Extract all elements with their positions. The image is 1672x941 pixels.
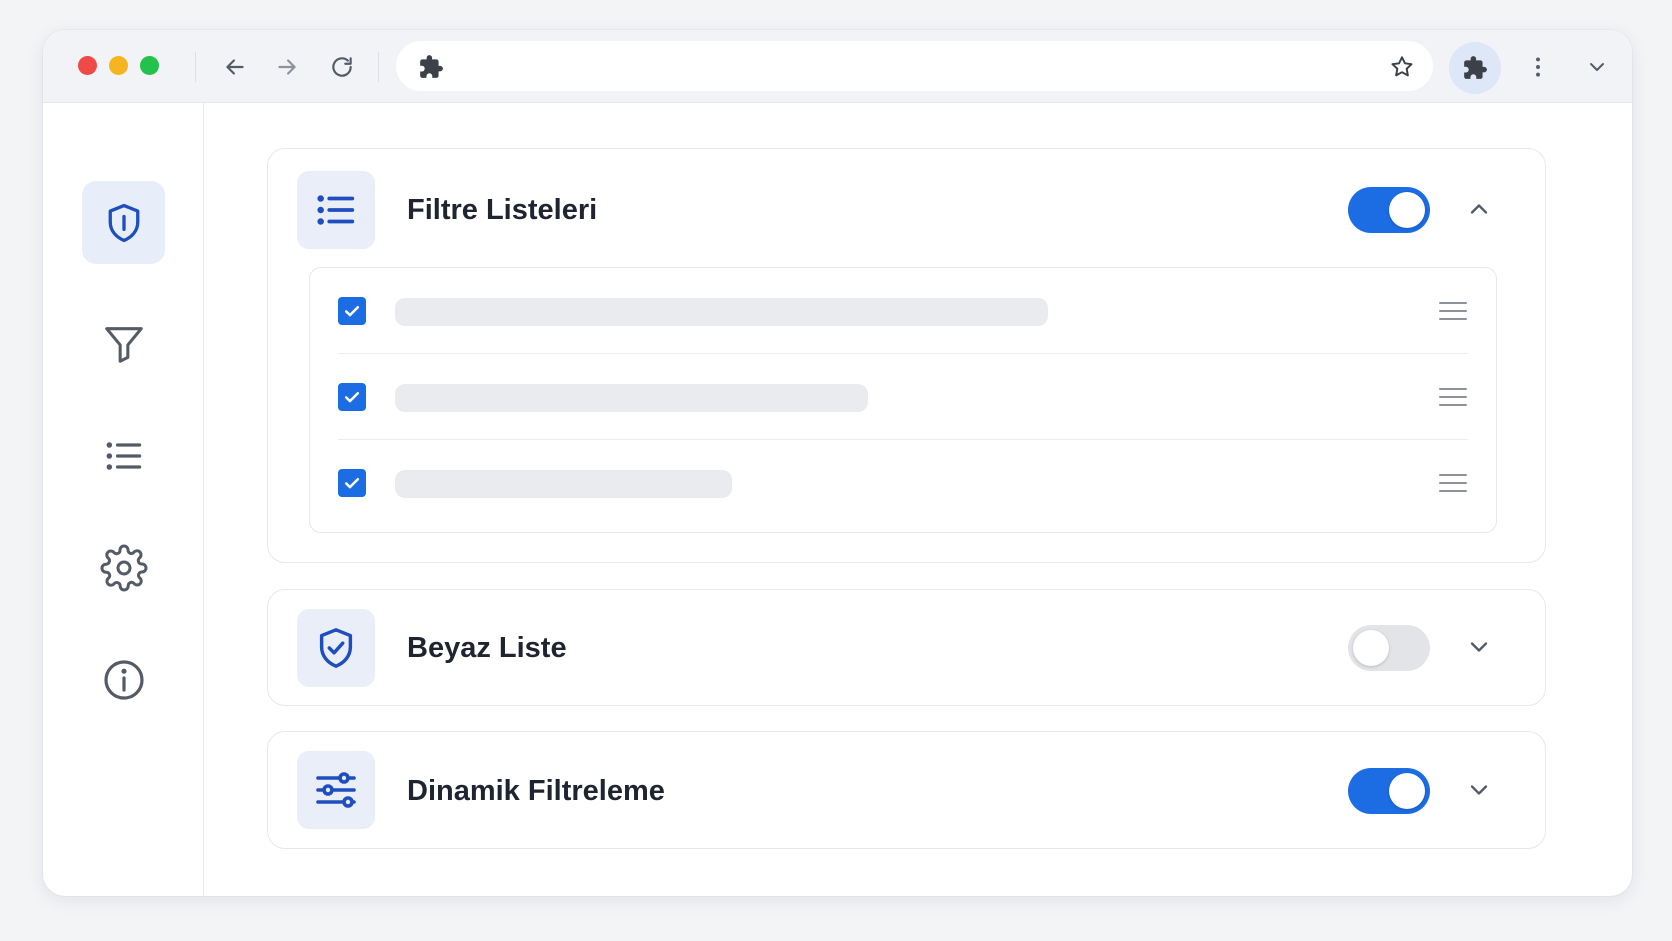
section-icon-box [297,171,375,249]
browser-menu-button[interactable] [1521,50,1555,84]
drag-handle[interactable] [1438,383,1468,411]
drag-handle-icon [1439,474,1467,492]
filter-icon [104,326,143,363]
list-icon [106,441,141,470]
toggle-knob [1389,773,1425,809]
list-item-checkbox[interactable] [338,383,366,411]
forward-button[interactable] [270,50,304,84]
toggle-knob [1389,192,1425,228]
toolbar-divider [195,52,196,82]
more-vertical-icon [1536,57,1540,77]
toggle-knob [1353,630,1389,666]
toolbar-divider [378,52,379,82]
extensions-button[interactable] [1449,42,1501,94]
expand-button[interactable] [1464,632,1494,662]
section-icon-box [297,751,375,829]
chevron-down-icon [1470,642,1488,652]
close-window-button[interactable] [78,56,97,75]
section-dynamic-filtering: Dinamik Filtreleme [267,731,1546,849]
section-title: Filtre Listeleri [407,194,598,226]
arrow-left-icon [226,59,244,75]
check-icon [344,478,360,489]
puzzle-icon [1464,56,1487,79]
check-icon [344,392,360,403]
shield-icon [108,203,139,242]
filter-lists-toggle[interactable] [1348,187,1430,233]
list-item-placeholder [395,384,868,412]
list-item [338,354,1468,440]
browser-window: Filtre Listeleri Beyaz Liste Dinamik Fil… [43,30,1632,896]
info-icon [103,659,144,700]
section-whitelist: Beyaz Liste [267,589,1546,706]
browser-toolbar [43,30,1632,103]
sidebar [43,103,204,896]
sidebar-item-info[interactable] [82,638,165,721]
section-title: Beyaz Liste [407,632,567,664]
filter-list-box [309,267,1497,533]
reload-icon [332,57,352,77]
arrow-right-icon [278,59,296,75]
star-icon[interactable] [1389,54,1415,80]
sidebar-item-filter[interactable] [82,302,165,385]
back-button[interactable] [218,50,252,84]
sidebar-item-settings[interactable] [82,526,165,609]
section-title: Dinamik Filtreleme [407,775,665,807]
list-item-placeholder [395,470,732,498]
puzzle-icon [420,55,443,78]
list-item [338,268,1468,354]
tab-list-button[interactable] [1580,50,1614,84]
dynamic-filtering-toggle[interactable] [1348,768,1430,814]
chevron-down-icon [1590,63,1604,71]
drag-handle-icon [1439,302,1467,320]
shield-check-icon [319,628,353,668]
chevron-up-icon [1470,204,1488,214]
list-item-placeholder [395,298,1048,326]
reload-button[interactable] [325,50,359,84]
minimize-window-button[interactable] [109,56,128,75]
list-item-checkbox[interactable] [338,469,366,497]
check-icon [344,306,360,317]
drag-handle[interactable] [1438,297,1468,325]
list-item [338,440,1468,526]
drag-handle-icon [1439,388,1467,406]
list-icon [317,195,355,225]
collapse-button[interactable] [1464,194,1494,224]
chevron-down-icon [1470,785,1488,795]
section-filter-lists: Filtre Listeleri [267,148,1546,563]
sidebar-item-list[interactable] [82,414,165,497]
gear-icon [100,544,147,591]
expand-button[interactable] [1464,775,1494,805]
maximize-window-button[interactable] [140,56,159,75]
drag-handle[interactable] [1438,469,1468,497]
sliders-icon [316,772,356,808]
list-item-checkbox[interactable] [338,297,366,325]
address-bar[interactable] [396,41,1433,91]
section-icon-box [297,609,375,687]
sidebar-item-shield[interactable] [82,181,165,264]
whitelist-toggle[interactable] [1348,625,1430,671]
